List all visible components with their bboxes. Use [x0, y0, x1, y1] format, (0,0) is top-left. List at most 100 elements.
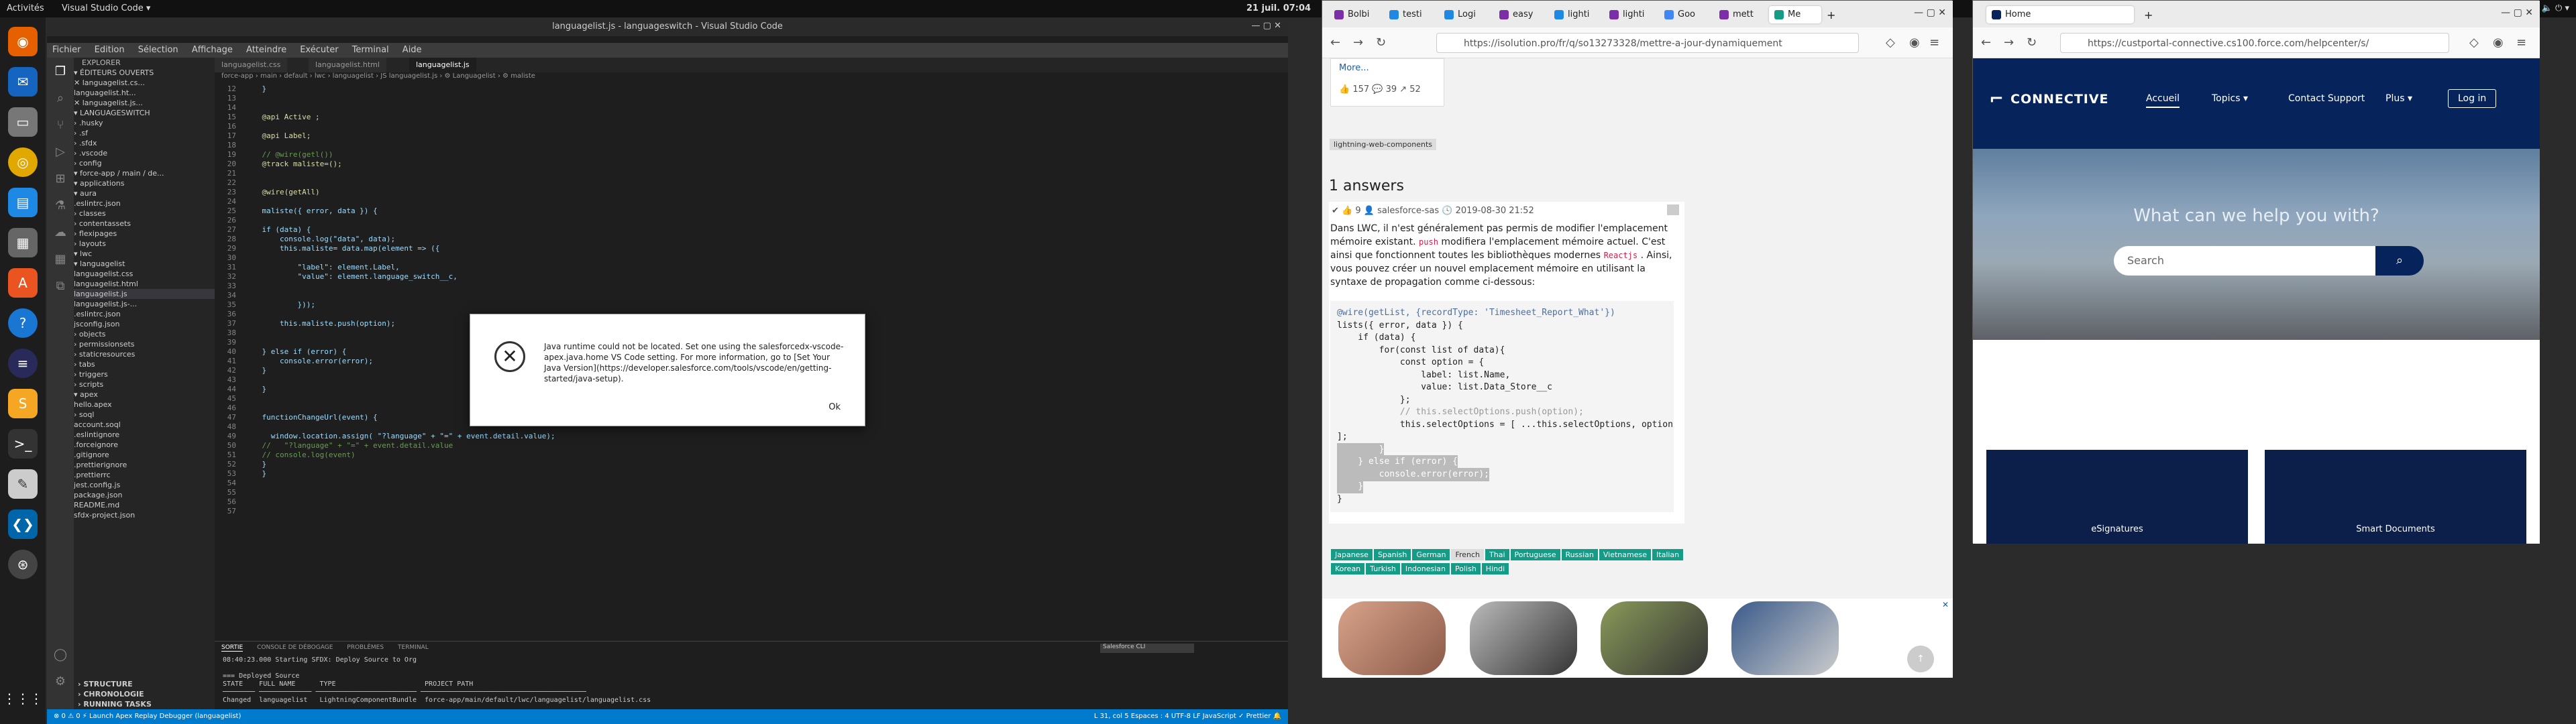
code-line[interactable]: 19 // @wire(getl()) [215, 150, 333, 160]
libreoffice-writer-icon[interactable]: ▤ [8, 188, 38, 217]
tab-languagelist-js[interactable]: languagelist.js [409, 58, 476, 72]
file-tree-item[interactable]: › layouts [74, 239, 215, 249]
language-tag[interactable]: German [1412, 549, 1450, 560]
code-line[interactable]: 27 if (data) { [215, 225, 311, 235]
language-tag[interactable]: French [1451, 549, 1485, 560]
file-tree-item[interactable]: .gitignore [74, 450, 215, 460]
window-controls[interactable]: — ▢ ✕ [1914, 7, 1946, 18]
code-line[interactable]: 49 window.location.assign( "?language" +… [215, 432, 555, 441]
rhythmbox-icon[interactable]: ◎ [8, 147, 38, 177]
remote-icon[interactable]: ⧉ [52, 279, 68, 295]
code-line[interactable]: 17 @api Label; [215, 131, 311, 141]
login-button[interactable]: Log in [2448, 89, 2497, 108]
code-line[interactable]: 15 @api Active ; [215, 113, 320, 122]
code-line[interactable]: 57 [215, 507, 244, 516]
ok-button[interactable]: Ok [828, 402, 841, 412]
language-tag[interactable]: Italian [1652, 549, 1684, 560]
code-line[interactable]: 24 [215, 197, 244, 206]
file-tree-item[interactable]: README.md [74, 500, 215, 510]
breadcrumb[interactable]: force-app › main › default › lwc › langu… [215, 72, 1288, 83]
sublime-text-icon[interactable]: S [8, 389, 38, 418]
code-line[interactable]: 36 [215, 310, 244, 319]
explorer-icon[interactable]: ❐ [52, 64, 68, 80]
extensions-icon[interactable]: ◉ [2493, 36, 2504, 50]
code-line[interactable]: 48 [215, 422, 244, 432]
menu-icon[interactable]: ≡ [2516, 36, 2526, 50]
tag-lwc[interactable]: lightning-web-components [1329, 137, 1437, 152]
browser-tab[interactable]: testi [1384, 6, 1436, 23]
browser-tab[interactable]: lighti [1549, 6, 1601, 23]
file-tree-item[interactable]: .eslintrc.json [74, 198, 215, 208]
nav-more[interactable]: Plus ▾ [2385, 93, 2412, 104]
language-tag[interactable]: Polish [1451, 563, 1481, 575]
menu-edit[interactable]: Edition [89, 43, 130, 57]
tab-home[interactable]: Home [1986, 6, 2134, 23]
menu-terminal[interactable]: Terminal [347, 43, 394, 57]
search-button[interactable]: ⌕ [2375, 246, 2424, 276]
browser-tab[interactable]: Bolbi [1329, 6, 1381, 23]
code-line[interactable]: 55 [215, 488, 244, 497]
address-bar[interactable]: https://custportal-connective.cs100.forc… [2060, 33, 2449, 53]
code-line[interactable]: 31 "label": element.Label, [215, 263, 400, 272]
file-tree-item[interactable]: › objects [74, 329, 215, 339]
language-tag[interactable]: Hindi [1481, 563, 1509, 575]
back-icon[interactable]: ← [1981, 36, 1991, 50]
language-tag[interactable]: Indonesian [1401, 563, 1450, 575]
menu-icon[interactable]: ≡ [1929, 36, 1939, 50]
browser-tab[interactable]: easy [1494, 6, 1546, 23]
file-tree-item[interactable]: languagelist.js [74, 289, 215, 299]
terminal-icon[interactable]: >_ [8, 429, 38, 459]
file-tree-item[interactable]: .prettierignore [74, 460, 215, 470]
show-applications-icon[interactable]: ⋮⋮⋮ [3, 684, 43, 713]
vscode-icon[interactable]: ❮❯ [8, 509, 38, 539]
app-icon-2[interactable]: ⊛ [8, 550, 38, 579]
code-line[interactable]: 21 [215, 169, 244, 178]
code-line[interactable]: 26 [215, 216, 244, 225]
browser-tab[interactable]: Me [1769, 6, 1821, 23]
files-icon[interactable]: ▭ [8, 107, 38, 137]
code-line[interactable]: 35 })); [215, 300, 315, 310]
code-line[interactable]: 46 [215, 404, 244, 413]
file-tree-item[interactable]: › soql [74, 410, 215, 420]
file-tree-item[interactable]: ▾ applications [74, 178, 215, 188]
address-bar[interactable]: https://isolution.pro/fr/q/so13273328/me… [1436, 33, 1859, 53]
code-line[interactable]: 43 [215, 375, 244, 385]
tile-esignatures[interactable]: eSignatures [1986, 450, 2248, 544]
code-line[interactable]: 53 } [215, 469, 266, 479]
run-debug-icon[interactable]: ▷ [52, 145, 68, 161]
browser-tab[interactable]: Goo [1659, 6, 1711, 23]
pocket-icon[interactable]: ◇ [2469, 36, 2479, 50]
file-tree-item[interactable]: languagelist.css [74, 269, 215, 279]
edit-icon[interactable] [1667, 204, 1679, 215]
nav-topics[interactable]: Topics ▾ [2212, 93, 2248, 104]
status-right[interactable]: L 31, col 5 Espaces : 4 UTF-8 LF JavaScr… [1094, 709, 1281, 724]
pocket-icon[interactable]: ◇ [1886, 36, 1895, 50]
code-line[interactable]: 41 console.error(error); [215, 357, 373, 366]
more-link[interactable]: More... [1339, 63, 1369, 73]
ad-banner[interactable]: ✕ ↑ [1322, 599, 1953, 678]
extensions-icon[interactable]: ⊞ [52, 172, 68, 188]
panel-tab-problems[interactable]: PROBLÈMES [347, 644, 384, 651]
language-tag[interactable]: Spanish [1373, 549, 1411, 560]
tab-languagelist-html[interactable]: languagelist.html [309, 58, 386, 72]
panel-tab-output[interactable]: SORTIE [221, 644, 244, 652]
menu-file[interactable]: Fichier [47, 43, 87, 57]
file-tree-item[interactable]: languagelist.ht... [74, 88, 215, 98]
menu-go[interactable]: Atteindre [241, 43, 292, 57]
code-line[interactable]: 50 // "?language" + "=" + event.detail.v… [215, 441, 453, 450]
file-tree-item[interactable]: .forceignore [74, 440, 215, 450]
file-tree-item[interactable]: › .vscode [74, 148, 215, 158]
file-tree-item[interactable]: languagelist.js-... [74, 299, 215, 309]
code-line[interactable]: 42 } [215, 366, 266, 375]
code-line[interactable]: 32 "value": element.language_switch__c, [215, 272, 458, 282]
connective-logo-icon[interactable]: ⌐ [1989, 89, 2004, 109]
language-tag[interactable]: Turkish [1366, 563, 1400, 575]
firefox-icon[interactable]: ◉ [8, 27, 38, 56]
search-icon[interactable]: ⌕ [52, 91, 68, 107]
file-tree-item[interactable]: ▾ ÉDITEURS OUVERTS [74, 68, 215, 78]
file-tree-item[interactable]: .eslintignore [74, 430, 215, 440]
search-input[interactable]: Search [2114, 246, 2375, 276]
file-tree-item[interactable]: languagelist.html [74, 279, 215, 289]
file-tree-item[interactable]: › .husky [74, 118, 215, 128]
window-controls[interactable]: — ▢ ✕ [2501, 7, 2533, 18]
